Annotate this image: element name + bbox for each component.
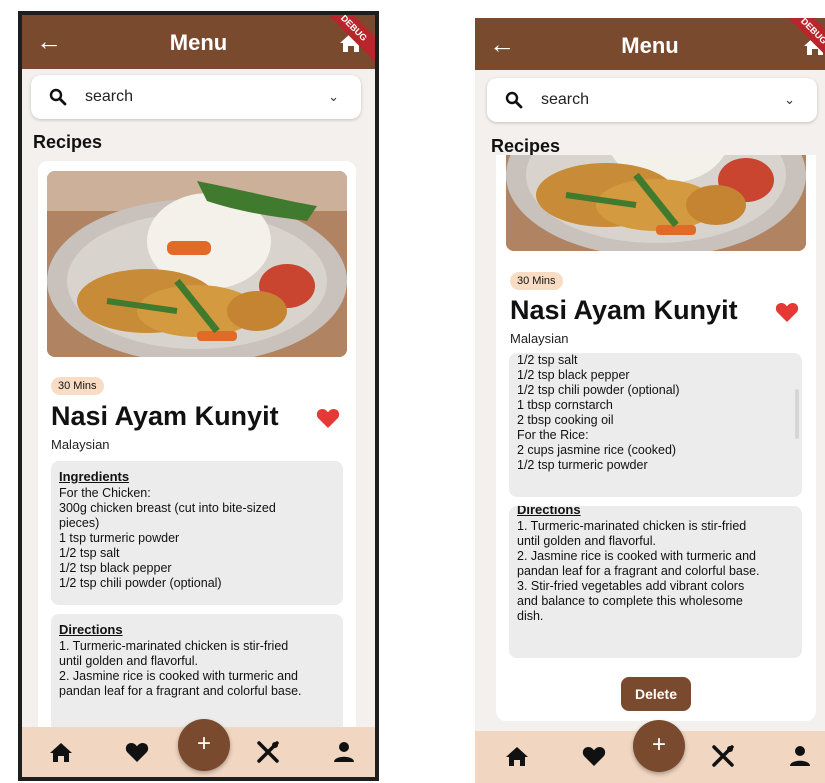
favorite-heart-icon[interactable] xyxy=(775,301,799,323)
search-placeholder: search xyxy=(541,91,590,108)
directions-line: pandan leaf for a fragrant and colorful … xyxy=(517,564,760,578)
directions-line: 1. Turmeric-marinated chicken is stir-fr… xyxy=(517,519,747,533)
search-dropdown[interactable]: search ⌄ xyxy=(487,78,817,122)
recipe-name: Nasi Ayam Kunyit xyxy=(51,401,279,431)
chevron-down-icon[interactable]: ⌄ xyxy=(328,89,339,105)
section-title: Recipes xyxy=(491,136,561,156)
ingredients-line: 2 cups jasmine rice (cooked) xyxy=(517,443,677,457)
ingredients-box[interactable]: Ingredients For the Chicken: 300g chicke… xyxy=(51,461,343,605)
directions-line: until golden and flavorful. xyxy=(59,654,198,668)
ingredients-scrollbar[interactable] xyxy=(795,389,799,439)
directions-line: dish. xyxy=(517,609,544,623)
ingredients-line: 1/2 tsp salt xyxy=(517,353,578,367)
directions-line: pandan leaf for a fragrant and colorful … xyxy=(59,684,302,698)
section-title: Recipes xyxy=(33,132,103,152)
ingredients-line: 1/2 tsp black pepper xyxy=(59,561,172,575)
directions-line: 2. Jasmine rice is cooked with turmeric … xyxy=(517,549,756,563)
time-chip: 30 Mins xyxy=(510,272,563,290)
directions-line: 3. Stir-fried vegetables add vibrant col… xyxy=(517,579,745,593)
heart-icon[interactable] xyxy=(582,745,606,767)
time-chip: 30 Mins xyxy=(51,377,104,395)
directions-line: 2. Jasmine rice is cooked with turmeric … xyxy=(59,669,298,683)
ingredients-line: 1/2 tsp turmeric powder xyxy=(517,458,648,472)
ingredients-line: For the Rice: xyxy=(517,428,589,442)
search-icon xyxy=(505,91,523,109)
add-recipe-button[interactable]: + xyxy=(633,720,685,772)
ingredients-line: 1 tsp turmeric powder xyxy=(59,531,180,545)
recipe-photo xyxy=(47,171,347,357)
cutlery-icon[interactable] xyxy=(256,741,280,763)
ingredients-line: 300g chicken breast (cut into bite-sized xyxy=(59,501,276,515)
recipe-photo xyxy=(506,155,806,251)
ingredients-heading: Ingredients xyxy=(59,469,130,484)
add-recipe-button[interactable]: + xyxy=(178,719,230,771)
search-icon xyxy=(49,88,67,106)
cuisine-label: Malaysian xyxy=(510,331,569,346)
page-title: Menu xyxy=(169,30,228,55)
recipe-name: Nasi Ayam Kunyit xyxy=(510,295,738,325)
ingredients-line: pieces) xyxy=(59,516,100,530)
cutlery-icon[interactable] xyxy=(711,745,735,767)
person-icon[interactable] xyxy=(332,741,356,763)
ingredients-line: 1/2 tsp chili powder (optional) xyxy=(517,383,680,397)
directions-heading: Directions xyxy=(59,622,123,637)
delete-button[interactable]: Delete xyxy=(621,677,691,711)
app-bar: ← Menu DEBUG xyxy=(475,18,825,70)
recipe-card[interactable]: 30 Mins Nasi Ayam Kunyit Malaysian Ingre… xyxy=(38,161,356,741)
directions-box[interactable]: Directions 1. Turmeric-marinated chicken… xyxy=(509,506,802,658)
person-icon[interactable] xyxy=(788,745,812,767)
ingredients-line: 1 tbsp cornstarch xyxy=(517,398,613,412)
directions-heading: Directions xyxy=(517,506,581,517)
app-bar: ← Menu DEBUG xyxy=(22,15,375,69)
directions-line: and balance to complete this wholesome xyxy=(517,594,743,608)
search-placeholder: search xyxy=(85,88,134,105)
cuisine-label: Malaysian xyxy=(51,437,110,452)
chevron-down-icon[interactable]: ⌄ xyxy=(784,92,795,108)
phone-screen-1: ← Menu DEBUG search ⌄ Recipes 30 Mins Na… xyxy=(18,11,379,781)
directions-line: 1. Turmeric-marinated chicken is stir-fr… xyxy=(59,639,289,653)
directions-line: until golden and flavorful. xyxy=(517,534,656,548)
heart-icon[interactable] xyxy=(125,741,149,763)
page-title: Menu xyxy=(621,33,679,58)
ingredients-line: 1/2 tsp chili powder (optional) xyxy=(59,576,222,590)
ingredients-line: 1/2 tsp black pepper xyxy=(517,368,630,382)
home-icon[interactable] xyxy=(505,745,529,767)
favorite-heart-icon[interactable] xyxy=(316,407,340,429)
phone-screen-2: ← Menu DEBUG search ⌄ Recipes 30 Mins Na… xyxy=(475,18,825,783)
ingredients-line: 1/2 tsp salt xyxy=(59,546,120,560)
ingredients-line: 2 tbsp cooking oil xyxy=(517,413,614,427)
recipe-card[interactable]: 30 Mins Nasi Ayam Kunyit Malaysian 1/2 t… xyxy=(496,155,816,721)
home-icon[interactable] xyxy=(49,741,73,763)
ingredients-box[interactable]: 1/2 tsp salt 1/2 tsp black pepper 1/2 ts… xyxy=(509,353,802,497)
search-dropdown[interactable]: search ⌄ xyxy=(31,75,361,119)
ingredients-line: For the Chicken: xyxy=(59,486,151,500)
